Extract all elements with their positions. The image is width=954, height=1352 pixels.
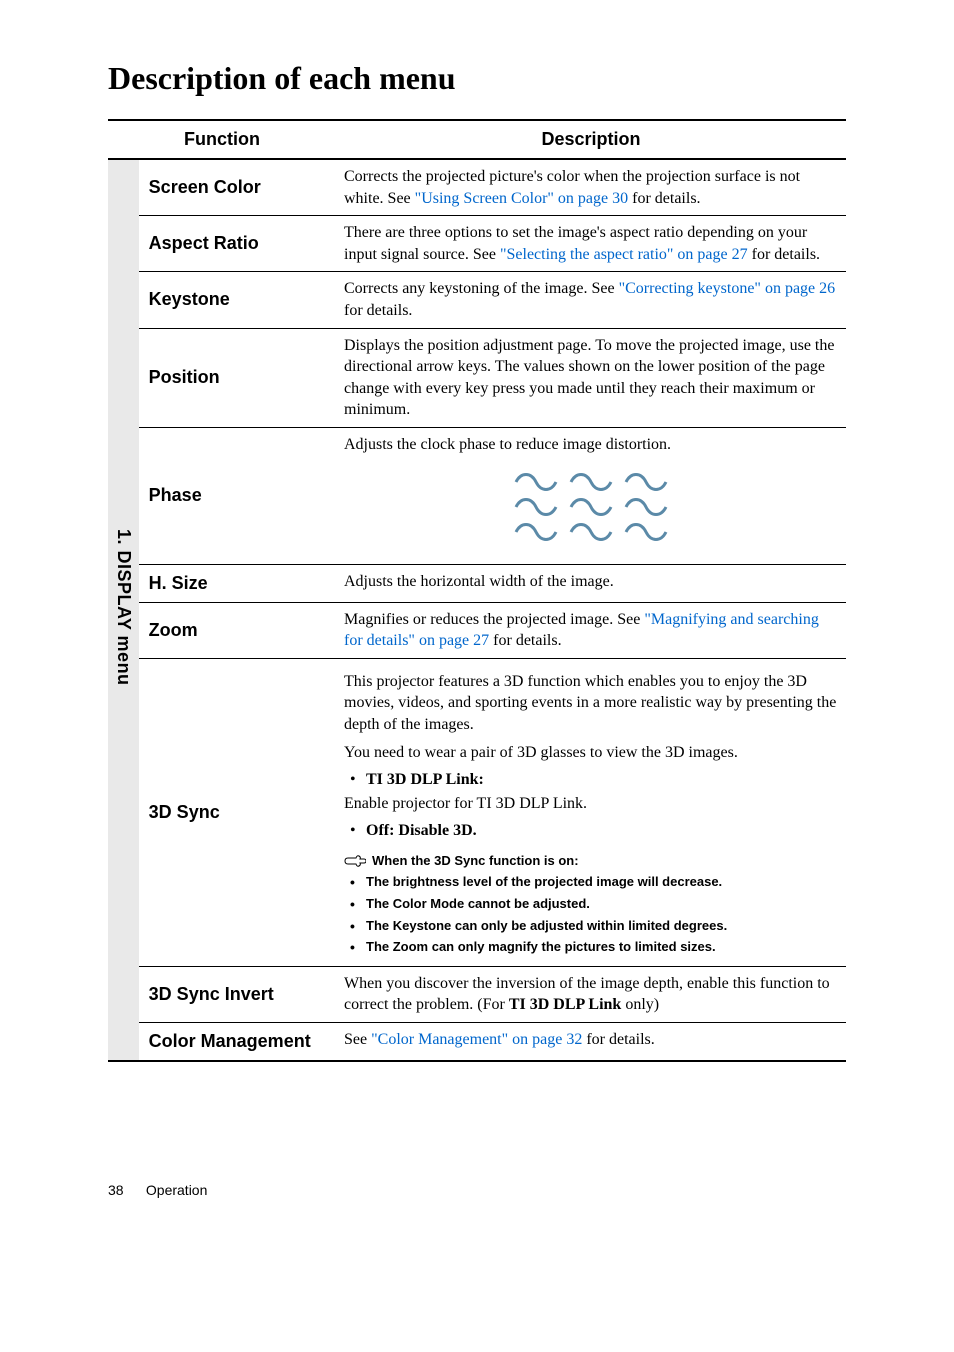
desc-h-size: Adjusts the horizontal width of the imag… [336,564,846,602]
note-item: The Zoom can only magnify the pictures t… [344,938,838,956]
func-3d-sync-invert: 3D Sync Invert [139,966,336,1022]
table-row: Zoom Magnifies or reduces the projected … [108,602,846,658]
link-color-management[interactable]: "Color Management" on page 32 [371,1031,582,1048]
desc-color-management: See "Color Management" on page 32 for de… [336,1022,846,1061]
table-row: Color Management See "Color Management" … [108,1022,846,1061]
desc-3d-sync: This projector features a 3D function wh… [336,658,846,966]
func-position: Position [139,328,336,427]
side-tab-label: 1. DISPLAY menu [113,529,134,686]
page-title: Description of each menu [108,60,846,97]
desc-position: Displays the position adjustment page. T… [336,328,846,427]
note-item: The Color Mode cannot be adjusted. [344,895,838,913]
table-row: 3D Sync This projector features a 3D fun… [108,658,846,966]
func-screen-color: Screen Color [139,159,336,216]
func-h-size: H. Size [139,564,336,602]
desc-screen-color: Corrects the projected picture's color w… [336,159,846,216]
func-zoom: Zoom [139,602,336,658]
table-row: H. Size Adjusts the horizontal width of … [108,564,846,602]
func-keystone: Keystone [139,272,336,328]
header-function: Function [108,120,336,159]
desc-phase: Adjusts the clock phase to reduce image … [336,427,846,564]
table-row: Aspect Ratio There are three options to … [108,216,846,272]
link-keystone[interactable]: "Correcting keystone" on page 26 [619,280,836,297]
desc-keystone: Corrects any keystoning of the image. Se… [336,272,846,328]
menu-description-table: Function Description 1. DISPLAY menu Scr… [108,119,846,1062]
desc-aspect-ratio: There are three options to set the image… [336,216,846,272]
table-row: Keystone Corrects any keystoning of the … [108,272,846,328]
page-number: 38 [108,1182,142,1198]
table-row: 1. DISPLAY menu Screen Color Corrects th… [108,159,846,216]
side-tab-display-menu: 1. DISPLAY menu [108,159,139,1061]
pointing-hand-icon [344,854,366,868]
page-footer: 38 Operation [108,1182,846,1198]
func-3d-sync: 3D Sync [139,658,336,966]
func-phase: Phase [139,427,336,564]
note-item: The brightness level of the projected im… [344,873,838,891]
header-description: Description [336,120,846,159]
link-screen-color[interactable]: "Using Screen Color" on page 30 [415,190,628,207]
func-color-management: Color Management [139,1022,336,1061]
section-label: Operation [146,1182,207,1198]
phase-distortion-icon [511,462,671,552]
table-row: Position Displays the position adjustmen… [108,328,846,427]
link-aspect-ratio[interactable]: "Selecting the aspect ratio" on page 27 [500,246,748,263]
desc-3d-sync-invert: When you discover the inversion of the i… [336,966,846,1022]
desc-zoom: Magnifies or reduces the projected image… [336,602,846,658]
note-item: The Keystone can only be adjusted within… [344,917,838,935]
func-aspect-ratio: Aspect Ratio [139,216,336,272]
table-row: 3D Sync Invert When you discover the inv… [108,966,846,1022]
table-row: Phase Adjusts the clock phase to reduce … [108,427,846,564]
